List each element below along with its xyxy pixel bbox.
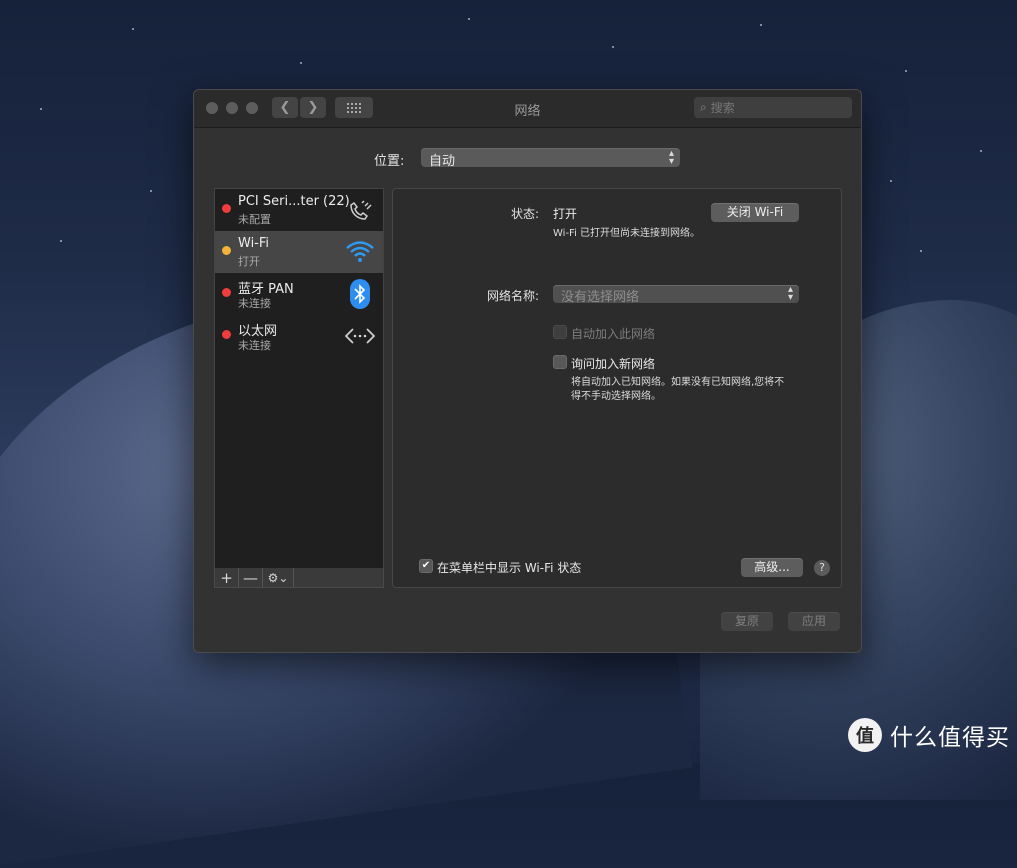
auto-join-label: 自动加入此网络: [571, 327, 656, 341]
ask-join-checkbox[interactable]: [553, 355, 567, 369]
service-status: 打开: [238, 255, 260, 268]
revert-button[interactable]: 复原: [721, 612, 773, 631]
help-button[interactable]: ?: [814, 560, 830, 576]
add-service-button[interactable]: +: [215, 568, 239, 587]
updown-chevron-icon: ▴ ▾: [668, 148, 674, 167]
wifi-icon: [346, 241, 374, 262]
apply-button[interactable]: 应用: [788, 612, 840, 631]
service-item-ethernet[interactable]: 以太网 未连接: [215, 315, 383, 357]
network-name-placeholder: 没有选择网络: [561, 290, 640, 305]
watermark: 值 什么值得买: [848, 716, 1010, 754]
ask-join-description-line1: 将自动加入已知网络。如果没有已知网络,您将不: [571, 377, 785, 388]
status-dot-red: [222, 330, 231, 339]
search-placeholder: 搜索: [710, 101, 735, 115]
service-name: Wi-Fi: [238, 236, 270, 251]
service-item-pci-serial[interactable]: PCI Seri...ter (22) 未配置: [215, 189, 383, 231]
phone-signal-icon: [350, 200, 372, 220]
watermark-logo: 值: [848, 718, 882, 752]
advanced-button[interactable]: 高级...: [741, 558, 803, 577]
location-select[interactable]: 自动 ▴ ▾: [421, 148, 680, 169]
turn-off-wifi-button[interactable]: 关闭 Wi-Fi: [711, 203, 799, 222]
ethernet-icon: [345, 328, 375, 344]
ask-join-description-line2: 得不手动选择网络。: [571, 391, 661, 402]
service-name: PCI Seri...ter (22): [238, 194, 350, 209]
show-menubar-checkbox[interactable]: ✔: [419, 559, 433, 573]
network-name-select[interactable]: 没有选择网络 ▴ ▾: [553, 284, 799, 305]
search-field[interactable]: ⌕ 搜索: [694, 97, 852, 118]
network-preferences-window: ❮ ❯ 网络 ⌕ 搜索 位置: 自动 ▴ ▾ PCI Seri...ter (22…: [193, 89, 862, 653]
ask-join-label: 询问加入新网络: [571, 357, 656, 371]
service-status: 未配置: [238, 213, 271, 226]
service-list: PCI Seri...ter (22) 未配置 Wi-Fi 打开 蓝牙 PAN …: [214, 188, 384, 570]
service-status: 未连接: [238, 339, 271, 352]
service-list-toolbar: + — ⚙⌄: [214, 568, 384, 588]
status-dot-red: [222, 288, 231, 297]
status-dot-yellow: [222, 246, 231, 255]
status-description: Wi-Fi 已打开但尚未连接到网络。: [553, 228, 701, 239]
status-label: 状态:: [510, 207, 539, 221]
watermark-text: 什么值得买: [890, 725, 1010, 751]
service-item-wifi[interactable]: Wi-Fi 打开: [215, 231, 383, 273]
location-label: 位置:: [374, 154, 405, 169]
service-item-bluetooth-pan[interactable]: 蓝牙 PAN 未连接: [215, 273, 383, 315]
remove-service-button[interactable]: —: [239, 568, 263, 587]
location-value: 自动: [429, 154, 456, 169]
bluetooth-icon: [350, 279, 370, 309]
service-status: 未连接: [238, 297, 271, 310]
search-icon: ⌕: [700, 100, 707, 114]
show-menubar-label: 在菜单栏中显示 Wi-Fi 状态: [437, 561, 582, 575]
gear-menu-button[interactable]: ⚙⌄: [263, 568, 294, 587]
checkmark-icon: ✔: [421, 560, 431, 571]
updown-chevron-icon: ▴ ▾: [787, 284, 793, 303]
status-value: 打开: [553, 207, 578, 221]
status-dot-red: [222, 204, 231, 213]
network-name-label: 网络名称:: [486, 289, 539, 303]
auto-join-checkbox[interactable]: [553, 325, 567, 339]
titlebar: ❮ ❯ 网络 ⌕ 搜索: [194, 90, 861, 128]
wifi-detail-panel: 状态: 打开 关闭 Wi-Fi Wi-Fi 已打开但尚未连接到网络。 网络名称:…: [392, 188, 842, 588]
